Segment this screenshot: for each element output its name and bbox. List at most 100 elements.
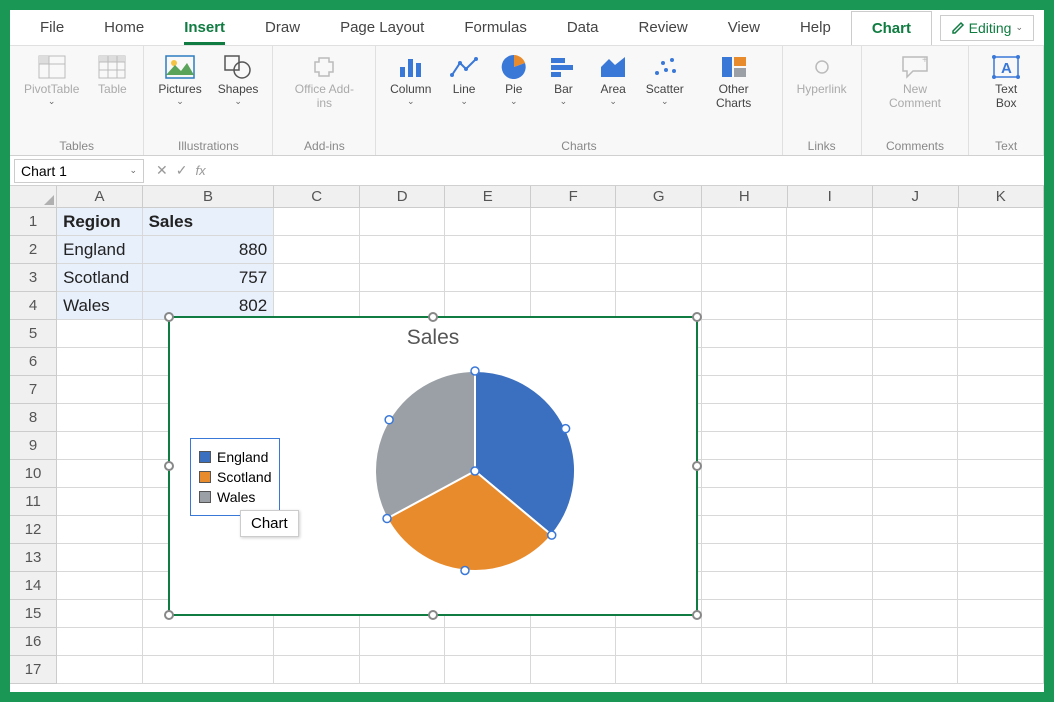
select-all-corner[interactable] xyxy=(10,186,57,208)
cell[interactable] xyxy=(57,320,143,348)
row-header[interactable]: 17 xyxy=(10,656,57,684)
row-header[interactable]: 4 xyxy=(10,292,57,320)
cell[interactable] xyxy=(958,460,1044,488)
tab-data[interactable]: Data xyxy=(547,11,619,44)
resize-handle[interactable] xyxy=(692,610,702,620)
cell[interactable] xyxy=(702,292,788,320)
cell[interactable] xyxy=(531,264,617,292)
cell[interactable] xyxy=(873,432,959,460)
cell[interactable] xyxy=(873,264,959,292)
tab-file[interactable]: File xyxy=(20,11,84,44)
cell[interactable] xyxy=(445,208,531,236)
cell[interactable] xyxy=(360,628,446,656)
cell[interactable] xyxy=(787,656,873,684)
cell[interactable] xyxy=(531,208,617,236)
cell[interactable] xyxy=(787,264,873,292)
cell[interactable] xyxy=(702,600,788,628)
text-box-button[interactable]: A Text Box xyxy=(977,52,1035,113)
cell[interactable] xyxy=(873,656,959,684)
cell[interactable] xyxy=(958,208,1044,236)
row-header[interactable]: 1 xyxy=(10,208,57,236)
cell[interactable] xyxy=(787,572,873,600)
cell[interactable] xyxy=(360,236,446,264)
resize-handle[interactable] xyxy=(164,461,174,471)
cell[interactable] xyxy=(445,264,531,292)
cell[interactable] xyxy=(360,264,446,292)
cell[interactable] xyxy=(958,628,1044,656)
cell[interactable]: Scotland xyxy=(57,264,143,292)
tab-chart[interactable]: Chart xyxy=(851,11,932,45)
area-chart-button[interactable]: Area ⌄ xyxy=(590,52,636,109)
cell[interactable] xyxy=(958,320,1044,348)
cell[interactable] xyxy=(702,320,788,348)
cell[interactable] xyxy=(702,656,788,684)
cell[interactable] xyxy=(873,544,959,572)
col-header[interactable]: F xyxy=(531,186,617,208)
cell[interactable] xyxy=(958,572,1044,600)
cell[interactable] xyxy=(787,432,873,460)
tab-insert[interactable]: Insert xyxy=(164,11,245,44)
col-header[interactable]: G xyxy=(616,186,702,208)
cell[interactable] xyxy=(787,376,873,404)
col-header[interactable]: I xyxy=(788,186,874,208)
row-header[interactable]: 5 xyxy=(10,320,57,348)
row-header[interactable]: 3 xyxy=(10,264,57,292)
cell[interactable] xyxy=(57,432,143,460)
spreadsheet-grid[interactable]: A B C D E F G H I J K 1RegionSales2Engla… xyxy=(10,186,1044,692)
cell[interactable] xyxy=(787,516,873,544)
cell[interactable] xyxy=(274,628,360,656)
cell[interactable] xyxy=(274,264,360,292)
cell[interactable] xyxy=(616,236,702,264)
cell[interactable] xyxy=(616,656,702,684)
cell[interactable] xyxy=(445,236,531,264)
embedded-chart[interactable]: Sales England Scotland Wales Chart xyxy=(168,316,698,616)
cell[interactable] xyxy=(787,600,873,628)
row-header[interactable]: 8 xyxy=(10,404,57,432)
pie-chart[interactable] xyxy=(370,366,580,576)
hyperlink-button[interactable]: Hyperlink xyxy=(791,52,853,98)
cell[interactable] xyxy=(958,348,1044,376)
cell[interactable] xyxy=(873,488,959,516)
cell[interactable] xyxy=(873,348,959,376)
cell[interactable] xyxy=(702,404,788,432)
cancel-icon[interactable]: ✕ xyxy=(156,162,168,179)
cell[interactable] xyxy=(873,628,959,656)
resize-handle[interactable] xyxy=(692,461,702,471)
cell[interactable]: Region xyxy=(57,208,143,236)
col-header[interactable]: J xyxy=(873,186,959,208)
cell[interactable] xyxy=(143,656,275,684)
cell[interactable] xyxy=(531,656,617,684)
cell[interactable] xyxy=(616,628,702,656)
cell[interactable] xyxy=(274,656,360,684)
chart-title[interactable]: Sales xyxy=(170,318,696,358)
row-header[interactable]: 7 xyxy=(10,376,57,404)
cell[interactable] xyxy=(274,236,360,264)
cell[interactable] xyxy=(57,516,143,544)
cell[interactable] xyxy=(616,264,702,292)
bar-chart-button[interactable]: Bar ⌄ xyxy=(541,52,587,109)
cell[interactable] xyxy=(958,376,1044,404)
cell[interactable] xyxy=(702,488,788,516)
cell[interactable] xyxy=(787,348,873,376)
column-chart-button[interactable]: Column ⌄ xyxy=(384,52,437,109)
row-header[interactable]: 11 xyxy=(10,488,57,516)
cell[interactable] xyxy=(702,264,788,292)
row-header[interactable]: 2 xyxy=(10,236,57,264)
cell[interactable] xyxy=(57,656,143,684)
cell[interactable] xyxy=(531,628,617,656)
cell[interactable] xyxy=(57,600,143,628)
cell[interactable] xyxy=(57,348,143,376)
cell[interactable] xyxy=(57,404,143,432)
tab-formulas[interactable]: Formulas xyxy=(444,11,547,44)
cell[interactable] xyxy=(873,376,959,404)
cell[interactable] xyxy=(787,292,873,320)
cell[interactable] xyxy=(787,236,873,264)
other-charts-button[interactable]: Other Charts xyxy=(694,52,774,113)
cell[interactable] xyxy=(873,236,959,264)
col-header[interactable]: E xyxy=(445,186,531,208)
tab-home[interactable]: Home xyxy=(84,11,164,44)
tab-help[interactable]: Help xyxy=(780,11,851,44)
cell[interactable] xyxy=(57,488,143,516)
cell[interactable] xyxy=(787,460,873,488)
cell[interactable] xyxy=(702,348,788,376)
